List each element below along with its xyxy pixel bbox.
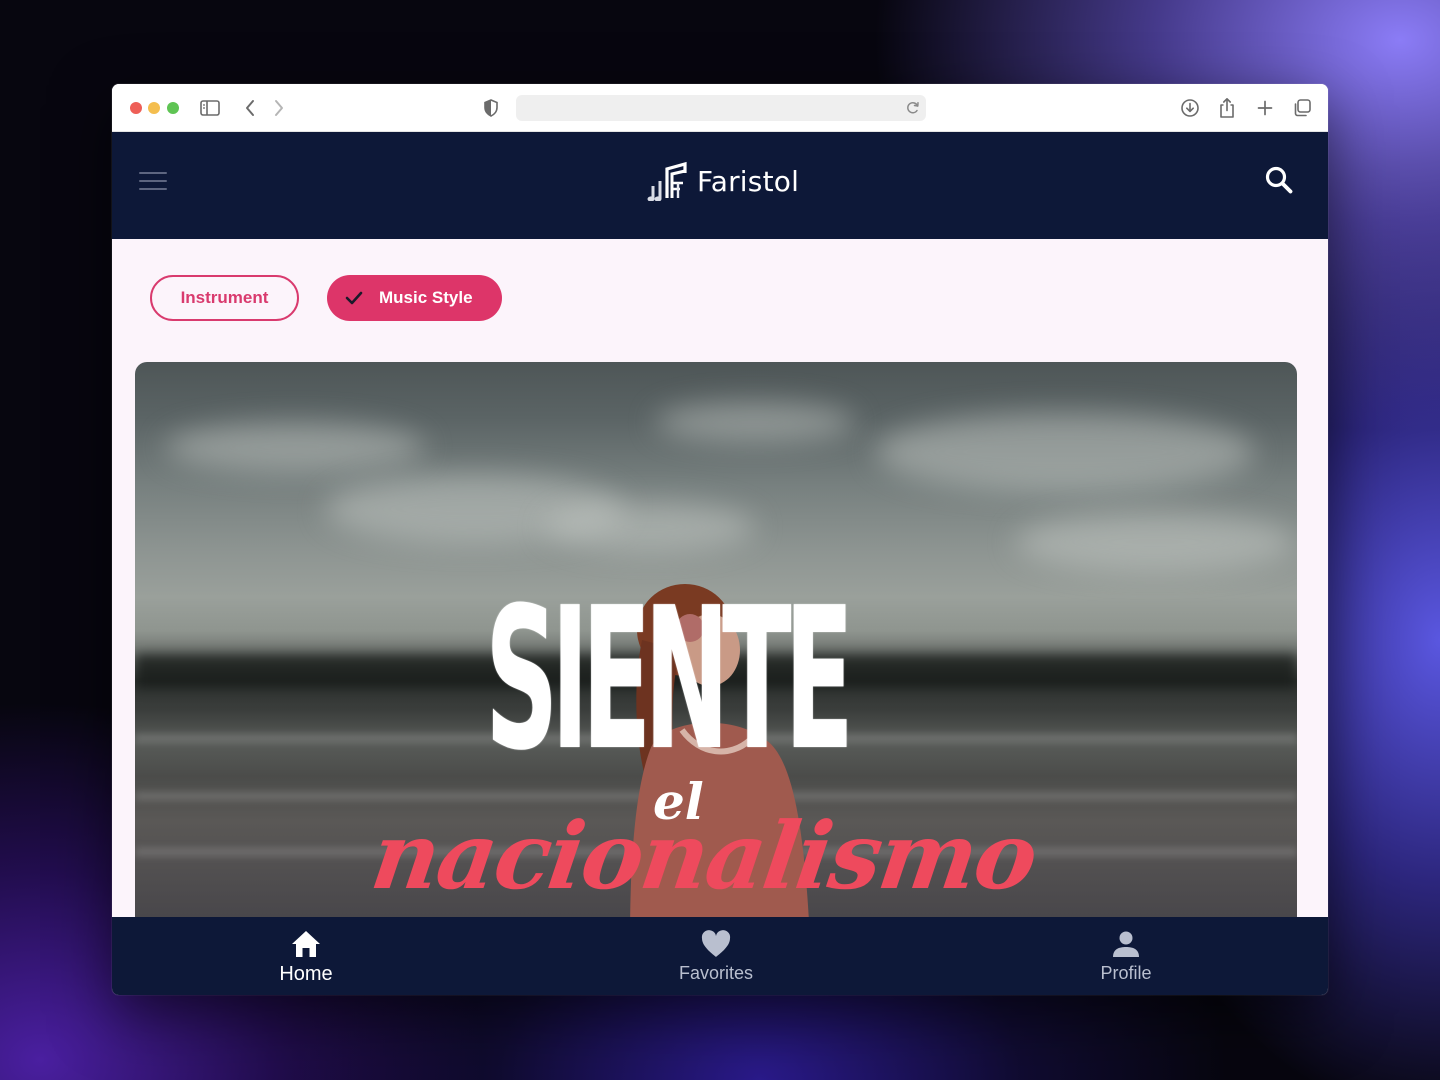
bottom-navigation: Home Favorites Profile <box>112 917 1328 995</box>
hamburger-menu-icon[interactable] <box>139 172 167 192</box>
banner-script-title: nacionalismo <box>365 802 1043 910</box>
filter-chips: Instrument Music Style <box>150 275 502 321</box>
music-stand-logo-icon <box>647 161 687 201</box>
search-icon[interactable] <box>1264 165 1294 200</box>
address-bar[interactable] <box>516 95 926 121</box>
new-tab-icon[interactable] <box>1253 96 1277 120</box>
back-icon[interactable] <box>238 96 262 120</box>
close-window-button[interactable] <box>130 102 142 114</box>
app-logo[interactable]: Faristol <box>647 161 799 201</box>
nav-item-profile[interactable]: Profile <box>1056 929 1196 984</box>
app-brand-name: Faristol <box>697 164 800 198</box>
forward-icon[interactable] <box>267 96 291 120</box>
filter-chip-music-style[interactable]: Music Style <box>327 275 502 321</box>
download-icon[interactable] <box>1178 96 1202 120</box>
nav-item-label: Home <box>279 963 333 985</box>
reload-icon[interactable] <box>904 99 922 117</box>
banner-title: SIENTE <box>485 566 854 794</box>
share-icon[interactable] <box>1215 96 1239 120</box>
shield-icon <box>479 96 503 120</box>
filter-chip-label: Instrument <box>180 288 269 307</box>
browser-window: Faristol Instrument Music Style SIENTE e… <box>112 84 1328 995</box>
nav-item-home[interactable]: Home <box>236 929 376 986</box>
browser-toolbar <box>112 84 1328 132</box>
filter-chip-instrument[interactable]: Instrument <box>150 275 299 321</box>
tabs-overview-icon[interactable] <box>1290 96 1314 120</box>
minimize-window-button[interactable] <box>148 102 160 114</box>
home-icon <box>292 931 320 957</box>
maximize-window-button[interactable] <box>167 102 179 114</box>
heart-icon <box>701 930 731 957</box>
nav-item-favorites[interactable]: Favorites <box>646 929 786 984</box>
checkmark-icon <box>345 291 363 305</box>
app-header: Faristol <box>112 132 1328 239</box>
featured-banner[interactable]: SIENTE el nacionalismo <box>135 362 1297 922</box>
filter-chip-label: Music Style <box>379 288 473 307</box>
nav-item-label: Profile <box>1100 963 1152 983</box>
nav-item-label: Favorites <box>678 963 754 983</box>
sidebar-icon[interactable] <box>198 96 222 120</box>
person-icon <box>1113 931 1139 957</box>
